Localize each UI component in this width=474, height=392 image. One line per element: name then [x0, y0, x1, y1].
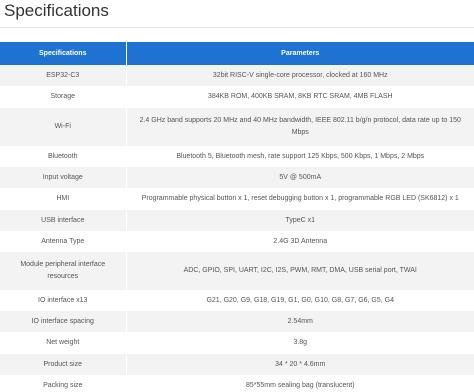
page: Specifications Specifications Parameters… — [0, 0, 474, 392]
column-header-parameters: Parameters — [126, 42, 474, 65]
table-row: Module peripheral interface resources AD… — [0, 252, 474, 290]
spec-cell: Bluetooth — [0, 146, 127, 167]
title-divider — [0, 27, 474, 28]
param-cell: Programmable physical button x 1, reset … — [126, 188, 474, 210]
table-row: Product size 34 * 20 * 4.6mm — [0, 354, 474, 375]
table-row: HMI Programmable physical button x 1, re… — [0, 188, 474, 210]
spec-cell: Storage — [0, 86, 127, 108]
spec-cell: Input voltage — [0, 167, 127, 188]
param-cell: 5V @ 500mA — [126, 167, 474, 188]
table-row: Input voltage 5V @ 500mA — [0, 167, 474, 188]
spec-cell: Wi-Fi — [0, 108, 127, 146]
table-row: Storage 384KB ROM, 400KB SRAM, 8KB RTC S… — [0, 86, 474, 108]
param-cell: 384KB ROM, 400KB SRAM, 8KB RTC SRAM, 4MB… — [126, 86, 474, 108]
param-cell: 3.8g — [126, 332, 474, 354]
table-header-row: Specifications Parameters — [0, 42, 474, 65]
param-cell: 2.4G 3D Antenna — [126, 231, 474, 252]
spec-cell: IO interface x13 — [0, 290, 127, 311]
table-row: Antenna Type 2.4G 3D Antenna — [0, 231, 474, 252]
param-cell: 32bit RISC-V single-core processor, cloc… — [126, 65, 474, 86]
spec-cell: Module peripheral interface resources — [0, 252, 127, 290]
spec-cell: USB interface — [0, 210, 127, 231]
param-cell: 2.54mm — [126, 311, 474, 332]
table-row: IO interface x13 G21, G20, G9, G18, G19,… — [0, 290, 474, 311]
table-row: Net weight 3.8g — [0, 332, 474, 354]
column-header-specifications: Specifications — [0, 42, 127, 65]
spec-cell: Product size — [0, 354, 127, 375]
spec-cell: HMI — [0, 188, 127, 210]
table-row: Bluetooth Bluetooth 5, Bluetooth mesh, r… — [0, 146, 474, 167]
specifications-table: Specifications Parameters ESP32-C3 32bit… — [0, 42, 474, 392]
table-row: Wi-Fi 2.4 GHz band supports 20 MHz and 4… — [0, 108, 474, 146]
table-row: IO interface spacing 2.54mm — [0, 311, 474, 332]
param-cell: G21, G20, G9, G18, G19, G1, G0, G10, G8,… — [126, 290, 474, 311]
spec-cell: ESP32-C3 — [0, 65, 127, 86]
spec-cell: Packing size — [0, 375, 127, 392]
table-row: Packing size 85*55mm sealing bag (transl… — [0, 375, 474, 392]
page-title: Specifications — [4, 1, 109, 20]
table-row: USB interface TypeC x1 — [0, 210, 474, 231]
spec-cell: IO interface spacing — [0, 311, 127, 332]
param-cell: 85*55mm sealing bag (translucent) — [126, 375, 474, 392]
param-cell: ADC, GPIO, SPI, UART, I2C, I2S, PWM, RMT… — [126, 252, 474, 290]
param-cell: Bluetooth 5, Bluetooth mesh, rate suppor… — [126, 146, 474, 167]
param-cell: 2.4 GHz band supports 20 MHz and 40 MHz … — [126, 108, 474, 146]
param-cell: TypeC x1 — [126, 210, 474, 231]
table-row: ESP32-C3 32bit RISC-V single-core proces… — [0, 65, 474, 86]
spec-cell: Antenna Type — [0, 231, 127, 252]
spec-cell: Net weight — [0, 332, 127, 354]
param-cell: 34 * 20 * 4.6mm — [126, 354, 474, 375]
